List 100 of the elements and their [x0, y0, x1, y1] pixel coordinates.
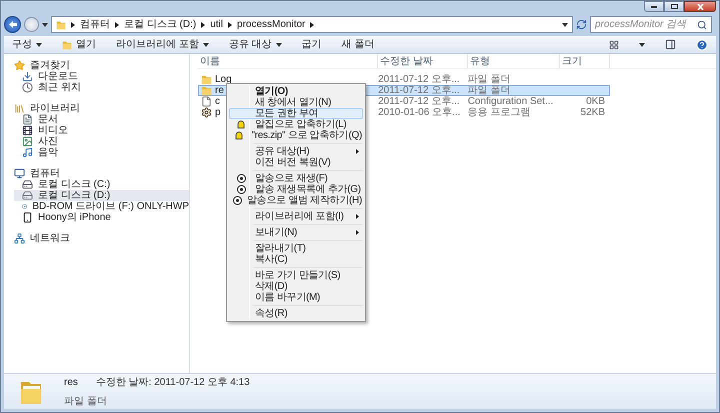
- file-size: 52KB: [580, 107, 605, 118]
- toolbar-button[interactable]: 새 폴더: [342, 37, 374, 52]
- menu-item[interactable]: "res.zip" 으로 압축하기(Q): [229, 130, 363, 141]
- column-header[interactable]: 유형: [468, 54, 560, 68]
- column-header[interactable]: 크기: [560, 54, 610, 68]
- menu-item[interactable]: 이름 바꾸기(M): [229, 292, 363, 303]
- file-date: 2011-07-12 오후...: [378, 84, 461, 96]
- toolbar-button[interactable]: 라이브러리에 포함: [116, 37, 209, 52]
- menu-item[interactable]: 보내기(N): [229, 227, 363, 238]
- help-icon[interactable]: [696, 38, 708, 50]
- search-field[interactable]: processMonitor 검색: [590, 16, 712, 33]
- menu-item[interactable]: 삭제(D): [229, 281, 363, 292]
- chevron-icon: [228, 22, 232, 28]
- sidebar-item[interactable]: 음악: [14, 147, 189, 158]
- sidebar-item[interactable]: 로컬 디스크 (D:): [14, 190, 189, 201]
- menu-item[interactable]: 바로 가기 만들기(S): [229, 270, 363, 281]
- caret-icon: [36, 42, 42, 46]
- menu-item[interactable]: 공유 대상(H): [229, 146, 363, 157]
- sidebar-item[interactable]: 문서: [14, 114, 189, 125]
- file-date: 2011-07-12 오후...: [378, 95, 461, 108]
- film-icon: [22, 125, 33, 136]
- disc-icon: [236, 185, 246, 194]
- menu-item[interactable]: 알송 재생목록에 추가(G): [229, 184, 363, 195]
- menu-item[interactable]: 새 창에서 열기(N): [229, 97, 363, 108]
- disc-icon: [232, 196, 242, 205]
- clock-icon: [22, 82, 33, 93]
- toolbar-button[interactable]: 열기: [62, 37, 96, 52]
- breadcrumb[interactable]: util: [210, 17, 224, 32]
- view-icon[interactable]: [609, 40, 619, 50]
- forward-button[interactable]: [24, 17, 39, 32]
- search-icon: [697, 20, 707, 30]
- music-icon: [22, 147, 33, 158]
- menu-item[interactable]: 열기(O): [229, 86, 363, 97]
- column-header[interactable]: 수정한 날짜: [378, 54, 468, 68]
- app-icon: [201, 107, 212, 118]
- sidebar-item[interactable]: 사진: [14, 136, 189, 147]
- chevron-icon: [310, 22, 314, 28]
- disc-icon: [236, 174, 246, 183]
- file-type: Configuration Set...: [468, 95, 554, 108]
- menu-item[interactable]: 잘라내기(T): [229, 243, 363, 254]
- refresh-icon[interactable]: [576, 19, 587, 30]
- sidebar-item[interactable]: 다운로드: [14, 71, 189, 82]
- file-type: 파일 폴더: [468, 73, 512, 86]
- submenu-arrow-icon: [356, 149, 359, 154]
- address-bar[interactable]: 컴퓨터 로컬 디스크 (D:) util processMonitor: [51, 16, 573, 33]
- close-button[interactable]: [684, 1, 716, 12]
- menu-item[interactable]: 알송으로 재생(F): [229, 173, 363, 184]
- file-date: 2010-01-06 오후...: [378, 106, 462, 120]
- caret-icon: [202, 42, 209, 46]
- menu-item[interactable]: 이전 버전 복원(V): [229, 157, 363, 168]
- maximize-button[interactable]: [664, 1, 684, 12]
- back-button[interactable]: [4, 16, 21, 33]
- sidebar-item[interactable]: Hoony의 iPhone: [14, 212, 189, 223]
- folder-icon: [62, 40, 72, 50]
- menu-item[interactable]: 라이브러리에 포함(I): [229, 211, 363, 222]
- toolbar-button[interactable]: 공유 대상: [228, 37, 282, 52]
- address-caret-icon: [562, 22, 568, 26]
- network-icon: [14, 233, 25, 244]
- document-icon: [22, 114, 33, 125]
- menu-item[interactable]: 복사(C): [229, 254, 363, 265]
- library-icon: [14, 103, 25, 114]
- menu-item[interactable]: 모든 권한 부여: [229, 108, 363, 119]
- toolbar-button[interactable]: 굽기: [302, 37, 322, 52]
- breadcrumb[interactable]: processMonitor: [237, 17, 306, 32]
- sidebar-item[interactable]: BD-ROM 드라이브 (F:) ONLY-HWP: [14, 201, 189, 212]
- folder-icon: [201, 85, 212, 96]
- sidebar-item[interactable]: 즐겨찾기: [14, 60, 189, 71]
- details-modified: 수정한 날짜: 2011-07-12 오후 4:13: [96, 376, 250, 390]
- sidebar-item[interactable]: 라이브러리: [14, 103, 189, 114]
- sidebar-item[interactable]: 네트워크: [14, 233, 189, 244]
- submenu-arrow-icon: [356, 214, 359, 219]
- file-date: 2011-07-12 오후...: [378, 73, 461, 86]
- toolbar-button[interactable]: 구성: [12, 37, 42, 52]
- drive-icon: [22, 190, 33, 201]
- chevron-icon: [115, 22, 119, 28]
- file-icon: [201, 96, 212, 107]
- menu-item[interactable]: 알집으로 압축하기(L): [229, 119, 363, 130]
- sidebar-item[interactable]: 로컬 디스크 (C:): [14, 179, 189, 190]
- submenu-arrow-icon: [356, 230, 359, 235]
- download-icon: [22, 71, 33, 82]
- back-arrow-icon: [8, 21, 16, 28]
- breadcrumb[interactable]: 컴퓨터: [80, 17, 110, 32]
- menu-item[interactable]: 속성(R): [229, 308, 363, 319]
- preview-pane-icon[interactable]: [665, 39, 676, 50]
- file-type: 파일 폴더: [468, 84, 512, 96]
- column-header[interactable]: 이름: [198, 54, 378, 68]
- chevron-icon: [201, 22, 206, 28]
- sidebar-item[interactable]: 비디오: [14, 125, 189, 136]
- menu-item[interactable]: 알송으로 앨범 제작하기(H): [229, 195, 363, 206]
- phone-icon: [22, 212, 33, 223]
- sidebar-item[interactable]: 컴퓨터: [14, 168, 189, 179]
- minimize-button[interactable]: [644, 1, 664, 12]
- star-icon: [14, 60, 25, 71]
- breadcrumb[interactable]: 로컬 디스크 (D:): [124, 17, 196, 32]
- history-caret-icon: [42, 22, 48, 26]
- image-icon: [22, 136, 33, 147]
- details-type: 파일 폴더: [64, 394, 108, 408]
- sidebar-item[interactable]: 최근 위치: [14, 82, 189, 93]
- disc-icon: [22, 201, 28, 212]
- file-type: 응용 프로그램: [468, 106, 532, 120]
